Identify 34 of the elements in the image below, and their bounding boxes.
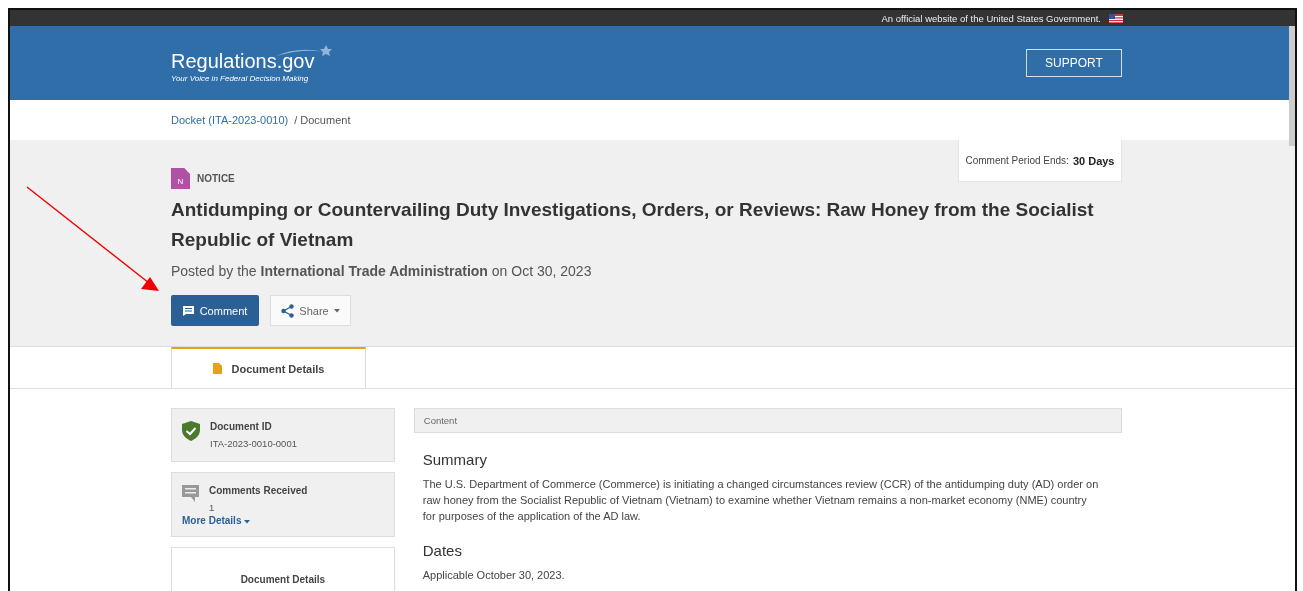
comment-period-value: 30 Days xyxy=(1072,154,1115,167)
comment-period-label: Comment Period Ends: xyxy=(965,155,1069,166)
notice-icon: N xyxy=(171,168,190,189)
section-text: The U.S. Department of Commerce (Commerce) is initiating a changed circumstances review (CCR) of the antidumping duty (AD) order on raw honey from the Socialist Republic of Vietnam (Vietnam) to examine whether Vietnam remains a non-market economy (NME) country for purposes of the application of the AD law. xyxy=(422,477,1099,524)
site-tagline: Your Voice in Federal Decision Making xyxy=(171,73,310,83)
card-title: Document ID xyxy=(210,421,273,432)
document-icon xyxy=(212,363,222,374)
document-type: NOTICE xyxy=(197,173,235,184)
breadcrumb-current: / Document xyxy=(294,114,351,126)
breadcrumb-link[interactable]: Docket (ITA-2023-0010) xyxy=(171,114,289,126)
share-button[interactable]: Share xyxy=(270,295,351,326)
card-value: 1 xyxy=(209,502,216,513)
comment-icon xyxy=(182,485,199,502)
card-title: Comments Received xyxy=(209,485,308,496)
caret-icon xyxy=(244,520,251,524)
share-icon xyxy=(281,303,295,318)
shield-check-icon xyxy=(182,421,200,441)
section-heading: Summary xyxy=(422,451,488,468)
support-button[interactable]: SUPPORT xyxy=(1026,49,1122,77)
flag-icon xyxy=(1109,13,1123,23)
posted-by: Posted by the International Trade Administration on Oct 30, 2023 xyxy=(171,263,593,279)
more-details-link[interactable]: More Details xyxy=(182,515,384,526)
section-heading: Dates xyxy=(422,542,463,559)
tab[interactable]: Document Details xyxy=(171,347,366,389)
comment-button[interactable]: Comment xyxy=(171,295,259,326)
section-text: Applicable October 30, 2023. xyxy=(422,568,566,583)
caret-icon xyxy=(333,308,340,313)
site-logo[interactable]: Regulations.gov xyxy=(171,49,315,73)
content-header: Content xyxy=(413,408,1122,433)
card-title: Document Details xyxy=(240,574,326,585)
official-notice: An official website of the United States Government. xyxy=(881,12,1101,24)
card-value: ITA-2023-0010-0001 xyxy=(210,438,297,449)
document-title: Antidumping or Countervailing Duty Investigations, Orders, or Reviews: Raw Honey from the Socialist Republic of Vietnam xyxy=(171,198,1095,252)
comment-icon xyxy=(182,305,194,316)
